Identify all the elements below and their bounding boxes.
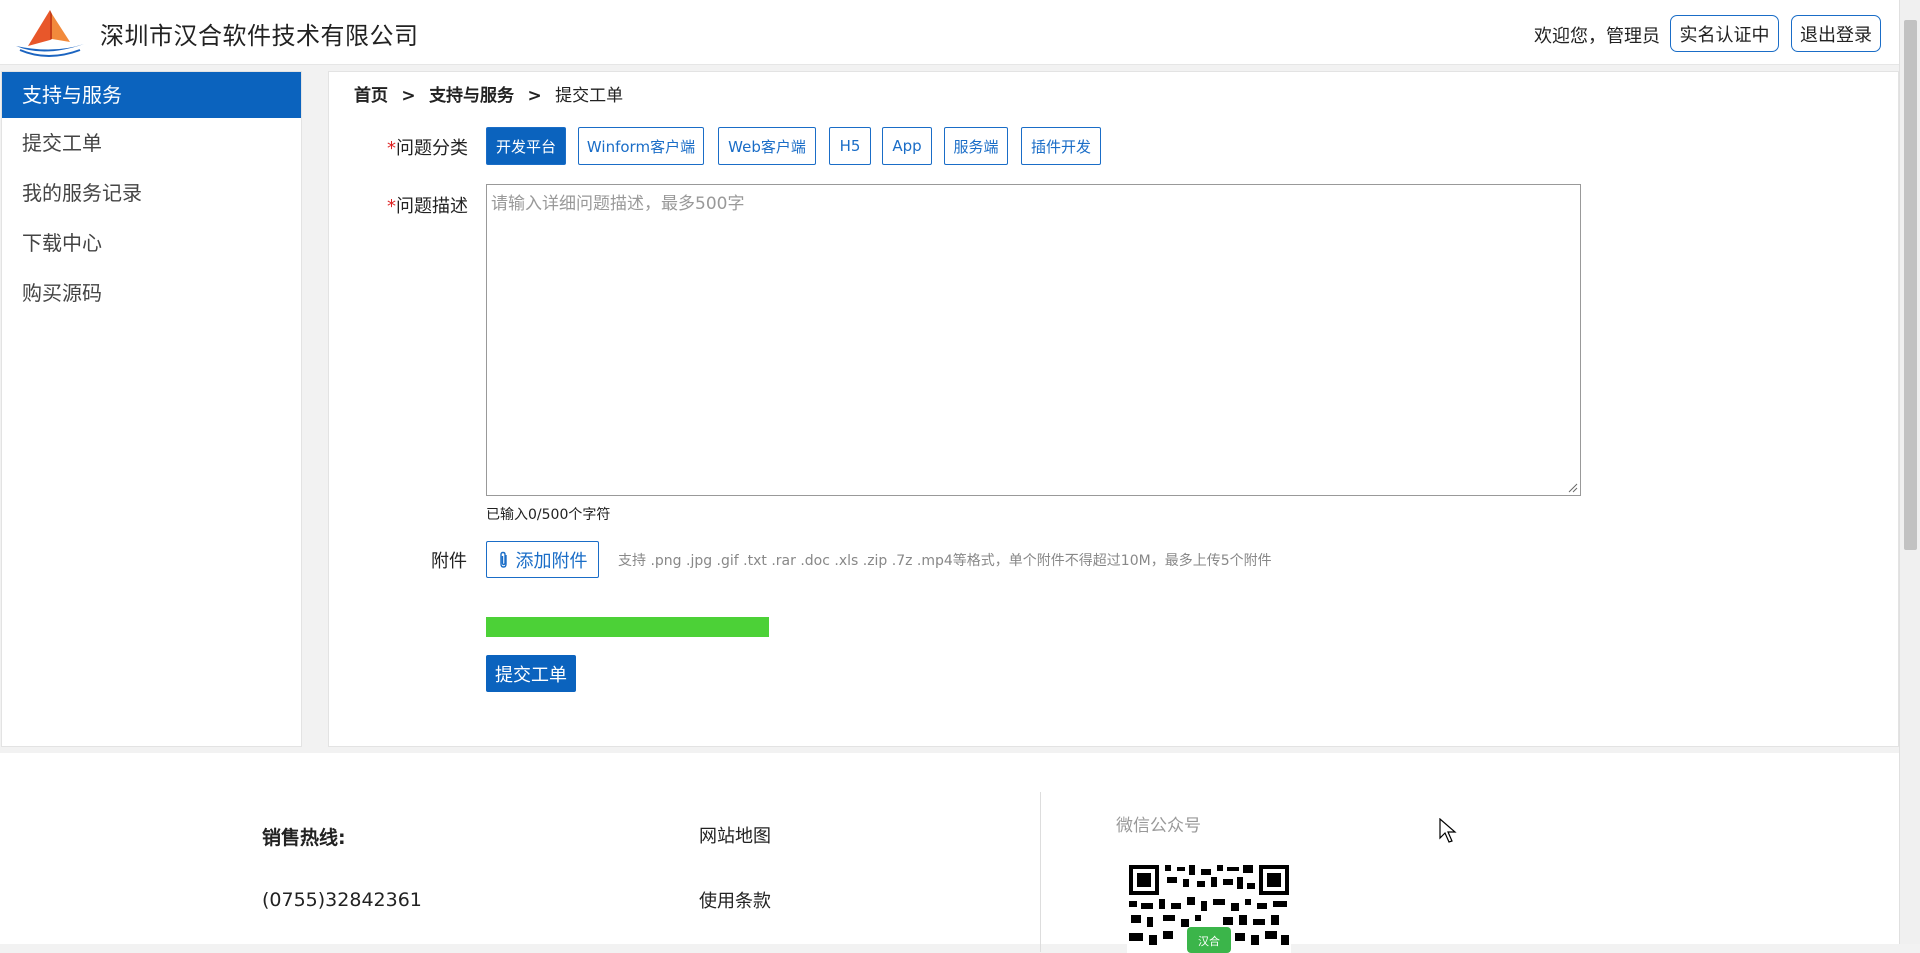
logout-button[interactable]: 退出登录 <box>1791 15 1881 52</box>
upload-progress-bar <box>486 617 769 637</box>
breadcrumb: 首页 > 支持与服务 > 提交工单 <box>354 81 623 106</box>
hotline-phone: (0755)32842361 <box>262 889 422 911</box>
site-header: 深圳市汉合软件技术有限公司 欢迎您，管理员 实名认证中 退出登录 <box>0 0 1899 65</box>
company-name: 深圳市汉合软件技术有限公司 <box>100 22 419 50</box>
page-scrollbar[interactable] <box>1899 0 1920 944</box>
company-logo[interactable] <box>14 6 86 60</box>
qr-badge-label: 汉合 <box>1198 934 1220 948</box>
verify-status-button[interactable]: 实名认证中 <box>1670 15 1779 52</box>
hotline-label: 销售热线: <box>262 827 346 849</box>
category-app[interactable]: App <box>882 127 932 165</box>
category-web-client[interactable]: Web客户端 <box>718 127 816 165</box>
breadcrumb-home[interactable]: 首页 <box>354 86 388 106</box>
attachment-hint: 支持 .png .jpg .gif .txt .rar .doc .xls .z… <box>618 553 1272 569</box>
add-attachment-button[interactable]: 添加附件 <box>486 541 599 578</box>
required-mark: * <box>387 138 396 159</box>
scrollbar-thumb[interactable] <box>1904 20 1917 550</box>
footer-divider <box>1040 792 1041 952</box>
category-label: *问题分类 <box>387 138 468 159</box>
main-panel: 首页 > 支持与服务 > 提交工单 *问题分类 开发平台 Winform客户端 … <box>328 71 1899 747</box>
category-server[interactable]: 服务端 <box>944 127 1008 165</box>
category-winform-client[interactable]: Winform客户端 <box>578 127 704 165</box>
wechat-qr-code: 汉合 <box>1127 863 1291 953</box>
sidebar-item-buy-source[interactable]: 购买源码 <box>2 268 301 318</box>
description-placeholder: 请输入详细问题描述，最多500字 <box>491 194 745 214</box>
required-mark: * <box>387 196 396 217</box>
welcome-text: 欢迎您，管理员 <box>1534 26 1660 47</box>
sidebar: 支持与服务 提交工单 我的服务记录 下载中心 购买源码 <box>1 71 302 747</box>
description-textarea[interactable]: 请输入详细问题描述，最多500字 <box>486 184 1581 496</box>
breadcrumb-separator: > <box>401 86 416 106</box>
breadcrumb-separator: > <box>527 86 542 106</box>
attachment-label: 附件 <box>431 551 467 572</box>
char-count: 已输入0/500个字符 <box>486 507 611 523</box>
breadcrumb-current: 提交工单 <box>555 86 624 106</box>
mouse-cursor-icon <box>1439 818 1457 843</box>
upload-progress-fill <box>486 617 769 637</box>
sidebar-item-downloads[interactable]: 下载中心 <box>2 218 301 268</box>
site-footer: 销售热线: (0755)32842361 网站地图 使用条款 微信公众号 汉合 <box>0 753 1899 953</box>
add-attachment-label: 添加附件 <box>515 550 588 572</box>
sidebar-item-service-records[interactable]: 我的服务记录 <box>2 168 301 218</box>
sidebar-item-support[interactable]: 支持与服务 <box>2 72 301 118</box>
submit-ticket-button[interactable]: 提交工单 <box>486 655 576 692</box>
terms-link[interactable]: 使用条款 <box>699 887 771 913</box>
resize-grip-icon[interactable] <box>1568 483 1578 493</box>
category-dev-platform[interactable]: 开发平台 <box>486 127 566 165</box>
category-h5[interactable]: H5 <box>829 127 871 165</box>
sidebar-item-submit-ticket[interactable]: 提交工单 <box>2 118 301 168</box>
paperclip-icon <box>499 551 507 568</box>
category-plugin-dev[interactable]: 插件开发 <box>1021 127 1101 165</box>
qr-code-icon: 汉合 <box>1127 863 1291 953</box>
breadcrumb-section[interactable]: 支持与服务 <box>429 86 514 106</box>
wechat-label: 微信公众号 <box>1116 816 1201 836</box>
sitemap-link[interactable]: 网站地图 <box>699 822 771 848</box>
description-label: *问题描述 <box>387 196 468 217</box>
